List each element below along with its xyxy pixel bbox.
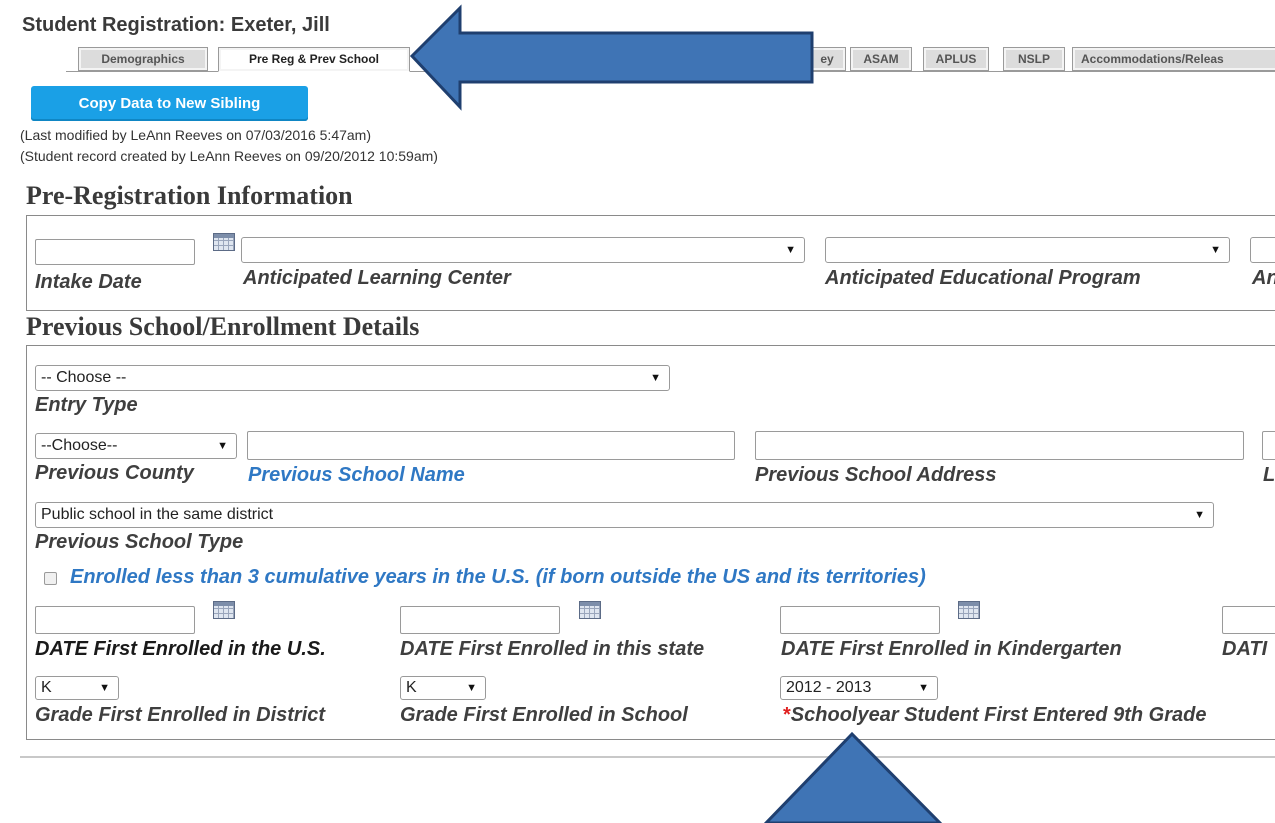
- annotation-arrow-up: [763, 731, 943, 823]
- annotation-overlay: [409, 4, 943, 823]
- annotation-arrow-left: [409, 4, 814, 111]
